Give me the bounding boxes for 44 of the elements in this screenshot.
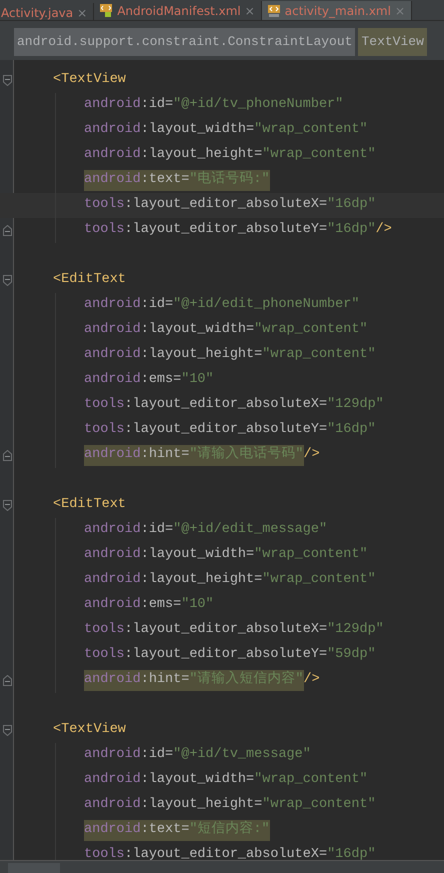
code-attribute: android:id="@+id/tv_phoneNumber" bbox=[84, 96, 344, 114]
close-icon[interactable]: × bbox=[394, 2, 406, 18]
fold-icon[interactable] bbox=[2, 75, 12, 86]
code-attribute: android:layout_height="wrap_content" bbox=[84, 146, 376, 164]
code-attribute: tools:layout_editor_absoluteX="16dp" bbox=[84, 196, 376, 214]
xml-file-icon bbox=[268, 4, 281, 17]
code-attribute: android:layout_height="wrap_content" bbox=[84, 796, 376, 814]
code-attribute: tools:layout_editor_absoluteY="16dp" bbox=[84, 421, 376, 440]
file-tab[interactable]: Activity.java × bbox=[0, 3, 94, 20]
code-attribute: android:ems="10" bbox=[84, 371, 214, 390]
code-attribute: tools:layout_editor_absoluteY="59dp" bbox=[84, 646, 376, 664]
code-attribute: android:id="@+id/edit_message" bbox=[84, 521, 328, 540]
close-icon[interactable]: × bbox=[77, 5, 88, 20]
code-attribute: android:ems="10" bbox=[84, 596, 214, 614]
close-icon[interactable]: × bbox=[244, 2, 255, 18]
fold-icon[interactable] bbox=[2, 500, 12, 511]
code-tag: /> bbox=[376, 220, 392, 241]
file-tab[interactable]: activity_main.xml × bbox=[262, 0, 412, 20]
code-attribute: tools:layout_editor_absoluteX="129dp" bbox=[84, 396, 384, 414]
breadcrumb-item[interactable]: android.support.constraint.ConstraintLayout bbox=[14, 28, 356, 56]
code-attribute: android:id="@+id/tv_message" bbox=[84, 746, 311, 764]
fold-icon[interactable] bbox=[2, 725, 12, 736]
code-attribute: android:layout_height="wrap_content" bbox=[84, 571, 376, 590]
code-tag: /> bbox=[304, 670, 320, 691]
breadcrumb-item[interactable]: TextView bbox=[358, 28, 427, 56]
code-attribute: android:layout_width="wrap_content" bbox=[84, 771, 368, 790]
code-attribute: tools:layout_editor_absoluteY="16dp" bbox=[84, 221, 376, 240]
unfold-icon[interactable] bbox=[2, 450, 12, 461]
code-attribute: android:id="@+id/edit_phoneNumber" bbox=[84, 296, 360, 314]
code-attribute: android:layout_height="wrap_content" bbox=[84, 346, 376, 364]
code-tag: <TextView bbox=[53, 720, 126, 741]
code-tag: <EditText bbox=[53, 495, 126, 516]
code-tag: /> bbox=[304, 445, 320, 466]
code-tag: <EditText bbox=[53, 270, 126, 291]
unfold-icon[interactable] bbox=[2, 675, 12, 686]
code-attribute: android:layout_width="wrap_content" bbox=[84, 121, 368, 140]
unfold-icon[interactable] bbox=[2, 225, 12, 236]
code-attribute: tools:layout_editor_absoluteX="129dp" bbox=[84, 621, 384, 640]
code-attribute: tools:layout_editor_absoluteX="16dp" bbox=[84, 846, 376, 860]
code-attribute: android:layout_width="wrap_content" bbox=[84, 321, 368, 340]
xml-android-icon bbox=[100, 4, 114, 17]
fold-icon[interactable] bbox=[2, 275, 12, 286]
code-tag: <TextView bbox=[53, 70, 126, 91]
code-attribute: android:layout_width="wrap_content" bbox=[84, 546, 368, 564]
